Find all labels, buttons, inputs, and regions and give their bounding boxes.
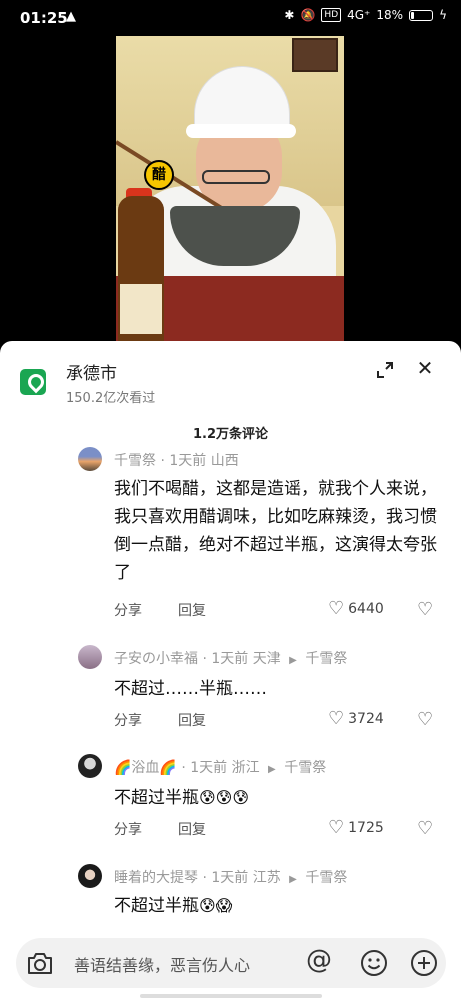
reply-to-user[interactable]: 千雪祭 — [305, 651, 347, 667]
hd-badge: HD — [321, 8, 342, 22]
comment-emoji: 😰😱 — [199, 896, 233, 915]
comment-text[interactable]: 不超过……半瓶…… — [114, 675, 444, 703]
broken-heart-icon[interactable]: ♡ — [417, 709, 433, 730]
comment-username[interactable]: 子安の小幸福 — [114, 651, 198, 667]
location-views: 150.2亿次看过 — [66, 391, 156, 406]
reply-button[interactable]: 回复 — [178, 710, 206, 730]
heart-outline-icon: ♡ — [328, 817, 345, 838]
status-indicators: ✱ 🔕 HD 4G⁺ 18% ϟ — [284, 8, 447, 22]
video-frame[interactable]: 醋 — [116, 36, 344, 346]
comment-actions: 分享 回复 ♡ 1725 ♡ — [114, 818, 444, 839]
camera-icon[interactable] — [26, 950, 54, 976]
smile-icon[interactable] — [360, 949, 388, 977]
comment-input[interactable]: 善语结善缘，恶言伤人心 @ — [16, 938, 446, 988]
comment-time-location: · 1天前 江苏 — [202, 870, 281, 886]
comment-text-body: 不超过半瓶 — [114, 896, 199, 916]
bottle-label — [120, 284, 162, 334]
status-bar: 01:25 ▲ ✱ 🔕 HD 4G⁺ 18% ϟ — [0, 0, 461, 36]
status-time: 01:25 — [20, 9, 68, 27]
comment-username[interactable]: 千雪祭 — [114, 453, 156, 469]
broken-heart-icon[interactable]: ♡ — [417, 599, 433, 620]
battery-fill — [411, 11, 415, 19]
cap-brim — [186, 124, 296, 138]
comment-sheet: 承德市 150.2亿次看过 ✕ 1.2万条评论 千雪祭 · 1天前 山西 我们不… — [0, 341, 461, 1000]
reply-arrow-icon: ▶ — [268, 764, 276, 775]
comment-text[interactable]: 我们不喝醋，这都是造谣，就我个人来说，我只喜欢用醋调味，比如吃麻辣烫，我习惯倒一… — [114, 475, 444, 587]
comment-meta: 睡着的大提琴 · 1天前 江苏 ▶ 千雪祭 — [114, 867, 347, 887]
comment-text-body: 不超过半瓶 — [114, 788, 199, 808]
home-indicator[interactable] — [140, 994, 322, 998]
comment-meta: 千雪祭 · 1天前 山西 — [114, 450, 239, 470]
like-count: 1725 — [348, 820, 384, 836]
video-player[interactable]: 醋 — [0, 36, 461, 346]
reply-arrow-icon: ▶ — [289, 874, 297, 885]
expand-icon[interactable] — [376, 361, 394, 379]
reply-to-user[interactable]: 千雪祭 — [284, 760, 326, 776]
close-icon[interactable]: ✕ — [416, 358, 434, 378]
plus-icon[interactable] — [410, 949, 438, 977]
comment-text[interactable]: 不超过半瓶😰😱 — [114, 892, 444, 920]
comment-username[interactable]: 睡着的大提琴 — [114, 870, 198, 886]
comment-input-bar: 善语结善缘，恶言伤人心 @ — [0, 934, 461, 1000]
like-count: 6440 — [348, 601, 384, 617]
like-button[interactable]: ♡ 6440 — [328, 600, 384, 618]
comment-username[interactable]: 🌈浴血🌈 — [114, 760, 177, 776]
broken-heart-icon[interactable]: ♡ — [417, 818, 433, 839]
location-pin-icon[interactable] — [20, 369, 46, 395]
vinegar-sticker: 醋 — [144, 160, 174, 190]
share-button[interactable]: 分享 — [114, 819, 142, 839]
avatar[interactable] — [78, 645, 102, 669]
reply-to-user[interactable]: 千雪祭 — [305, 870, 347, 886]
battery-percent: 18% — [376, 8, 404, 22]
comment-meta: 子安の小幸福 · 1天前 天津 ▶ 千雪祭 — [114, 648, 347, 668]
avatar[interactable] — [78, 447, 102, 471]
like-button[interactable]: ♡ 3724 — [328, 710, 384, 728]
like-button[interactable]: ♡ 1725 — [328, 819, 384, 837]
wall-picture — [292, 38, 338, 72]
at-mention-icon[interactable]: @ — [306, 945, 332, 975]
comment-text[interactable]: 不超过半瓶😰😰😰 — [114, 784, 444, 812]
signal-icon: 4G⁺ — [347, 8, 371, 22]
comment-time-location: · 1天前 浙江 — [181, 760, 260, 776]
charging-icon: ϟ — [439, 8, 447, 22]
heart-outline-icon: ♡ — [328, 598, 345, 619]
person-glasses — [202, 170, 270, 184]
comment-time-location: · 1天前 山西 — [160, 453, 239, 469]
heart-outline-icon: ♡ — [328, 708, 345, 729]
comment-emoji: 😰😰😰 — [199, 788, 250, 807]
reply-button[interactable]: 回复 — [178, 600, 206, 620]
reply-arrow-icon: ▶ — [289, 655, 297, 666]
share-button[interactable]: 分享 — [114, 710, 142, 730]
like-count: 3724 — [348, 711, 384, 727]
bluetooth-icon: ✱ — [284, 8, 295, 22]
location-name[interactable]: 承德市 — [66, 359, 117, 384]
comment-count: 1.2万条评论 — [192, 427, 269, 442]
battery-icon — [409, 9, 434, 21]
comment-meta: 🌈浴血🌈 · 1天前 浙江 ▶ 千雪祭 — [114, 757, 326, 777]
comment-actions: 分享 回复 ♡ 3724 ♡ — [114, 709, 444, 730]
comment-actions: 分享 回复 ♡ 6440 ♡ — [114, 599, 444, 620]
avatar[interactable] — [78, 864, 102, 888]
share-button[interactable]: 分享 — [114, 600, 142, 620]
comment-time-location: · 1天前 天津 — [202, 651, 281, 667]
reply-button[interactable]: 回复 — [178, 819, 206, 839]
mute-icon: 🔕 — [300, 8, 316, 22]
comment-input-placeholder[interactable]: 善语结善缘，恶言伤人心 — [74, 952, 250, 976]
avatar[interactable] — [78, 754, 102, 778]
warning-icon: ▲ — [66, 9, 76, 24]
